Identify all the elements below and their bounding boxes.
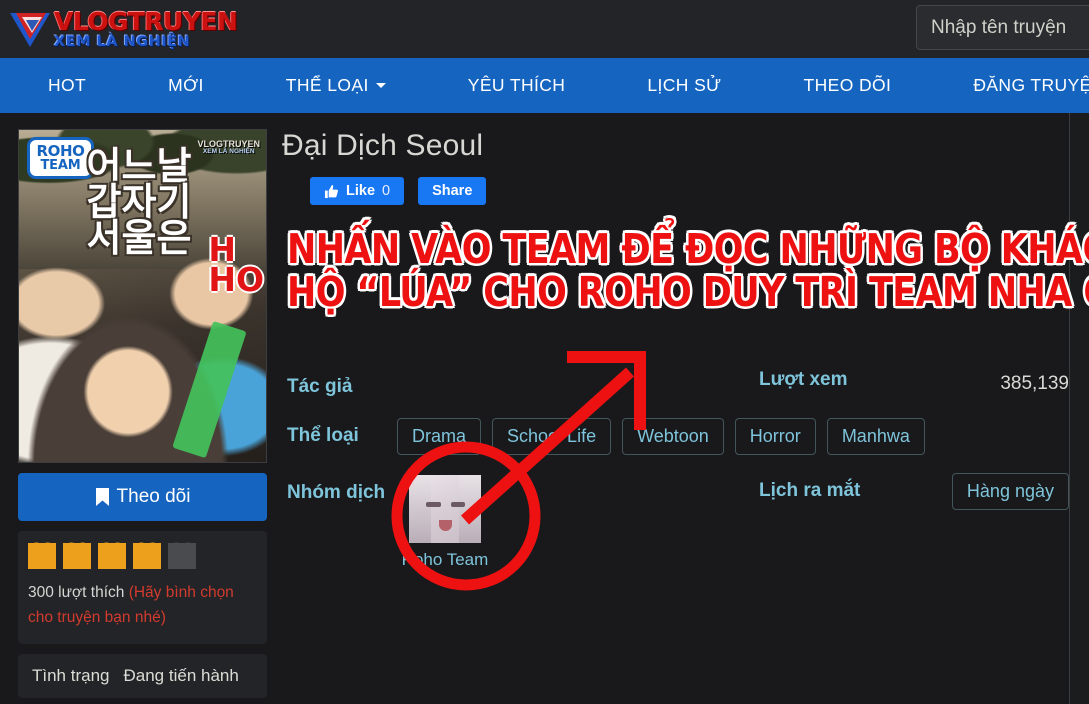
detail-content: Đại Dịch Seoul Like 0 Share NHẤN VÀO TEA… — [282, 129, 1089, 569]
heart-rating[interactable] — [28, 543, 257, 569]
promo-banner: NHẤN VÀO TEAM ĐỂ ĐỌC NHỮNG BỘ KHÁC ỦNG H… — [287, 225, 1089, 316]
avatar-eye-right — [450, 502, 466, 508]
watermark-line2: XEM LÀ NGHIỆN — [202, 148, 255, 156]
heart-icon-1[interactable] — [28, 543, 56, 569]
chevron-down-icon — [375, 83, 386, 88]
genre-label: Thể loại — [287, 425, 359, 446]
logo-arrow-icon — [8, 7, 52, 51]
site-logo[interactable]: VLOGTRUYEN XEM LÀ NGHIỆN — [8, 4, 238, 54]
translation-group-label: Nhóm dịch — [287, 482, 386, 503]
logo-title: VLOGTRUYEN — [54, 6, 238, 36]
logo-subtitle: XEM LÀ NGHIỆN — [54, 33, 191, 50]
genre-tag-school-life[interactable]: School Life — [492, 418, 612, 455]
facebook-share-label: Share — [432, 183, 473, 199]
avatar — [409, 475, 481, 543]
status-value: Đang tiến hành — [123, 666, 239, 686]
status-label: Tình trạng — [32, 666, 110, 686]
nav-label: THỂ LOẠI — [285, 75, 369, 95]
heart-icon-2[interactable] — [63, 543, 91, 569]
nav-item-yeu-thich[interactable]: YÊU THÍCH — [468, 75, 566, 96]
main-navigation: HOT MỚI THỂ LOẠI YÊU THÍCH LỊCH SỬ THEO … — [0, 58, 1089, 113]
cover-watermark: VLOGTRUYEN XEM LÀ NGHIỆN — [197, 139, 260, 156]
heart-icon-4[interactable] — [133, 543, 161, 569]
status-box: Tình trạng Đang tiến hành — [18, 654, 267, 699]
cover-image[interactable]: ROHO TEAM 어느날 갑자기 서울은 VLOGTRUYEN XEM LÀ … — [18, 129, 267, 463]
nav-item-moi[interactable]: MỚI — [168, 75, 204, 96]
avatar-eye-left — [426, 502, 441, 508]
views-row: Lượt xem 385,139 — [759, 369, 1069, 394]
search-input[interactable] — [916, 5, 1089, 50]
cover-korean-title: 어느날 갑자기 서울은 — [86, 144, 192, 261]
nav-label: YÊU THÍCH — [467, 75, 566, 95]
follow-button[interactable]: Theo dõi — [18, 473, 267, 521]
like-count-line: 300 lượt thích (Hãy bình chọn cho truyện… — [28, 580, 257, 630]
heart-icon-3[interactable] — [98, 543, 126, 569]
heart-icon-5[interactable] — [168, 543, 196, 569]
nav-label: HOT — [48, 75, 87, 95]
views-label: Lượt xem — [759, 369, 848, 390]
avatar-hair-right — [459, 475, 481, 543]
translation-group-name: Roho Team — [401, 550, 489, 569]
rating-box: 300 lượt thích (Hãy bình chọn cho truyện… — [18, 531, 267, 645]
page-title: Đại Dịch Seoul — [282, 129, 484, 162]
cover-hot-line2: HO — [208, 260, 264, 300]
nav-item-the-loai[interactable]: THỂ LOẠI — [286, 75, 386, 96]
facebook-social-row: Like 0 Share — [310, 177, 1057, 205]
avatar-hair-left — [409, 475, 431, 543]
promo-banner-line2: HỘ “LÚA” CHO ROHO DUY TRÌ TEAM NHA CẢ NH… — [287, 269, 1089, 317]
team-badge-line2: TEAM — [40, 158, 81, 173]
genre-row: Thể loại Drama School Life Webtoon Horro… — [287, 418, 1067, 455]
nav-label: LỊCH SỬ — [647, 75, 722, 95]
facebook-like-label: Like — [346, 183, 376, 199]
nav-label: MỚI — [168, 75, 204, 95]
nav-label: THEO DÕI — [803, 75, 892, 95]
facebook-share-button[interactable]: Share — [418, 177, 487, 205]
nav-item-theo-doi[interactable]: THEO DÕI — [804, 75, 892, 96]
like-count-text: 300 lượt thích — [28, 584, 125, 601]
schedule-row: Lịch ra mắt Hàng ngày — [759, 473, 1069, 510]
promo-banner-line1: NHẤN VÀO TEAM ĐỂ ĐỌC NHỮNG BỘ KHÁC ỦNG — [287, 226, 1089, 274]
genre-tag-drama[interactable]: Drama — [397, 418, 482, 455]
nav-item-lich-su[interactable]: LỊCH SỬ — [647, 75, 721, 96]
translation-group-link[interactable]: Roho Team — [397, 475, 493, 570]
nav-item-dang-truyen[interactable]: ĐĂNG TRUYỆN — [973, 75, 1089, 96]
cover-hot-text: H HO — [208, 233, 264, 300]
schedule-label: Lịch ra mắt — [759, 480, 861, 501]
avatar-mouth — [438, 519, 453, 531]
genre-tag-list: Drama School Life Webtoon Horror Manhwa — [397, 418, 925, 455]
team-badge-line1: ROHO — [36, 142, 85, 160]
facebook-like-button[interactable]: Like 0 — [310, 177, 405, 205]
follow-label: Theo dõi — [116, 486, 191, 507]
schedule-value-tag[interactable]: Hàng ngày — [951, 473, 1069, 510]
comic-detail-panel: ROHO TEAM 어느날 갑자기 서울은 VLOGTRUYEN XEM LÀ … — [0, 113, 1089, 704]
site-header: VLOGTRUYEN XEM LÀ NGHIỆN — [0, 0, 1089, 58]
left-sidebar: ROHO TEAM 어느날 갑자기 서울은 VLOGTRUYEN XEM LÀ … — [18, 129, 267, 699]
thumbs-up-icon — [324, 184, 338, 198]
views-value: 385,139 — [1000, 373, 1069, 394]
bookmark-icon — [95, 487, 109, 506]
facebook-like-count: 0 — [382, 183, 391, 199]
genre-tag-webtoon[interactable]: Webtoon — [622, 418, 724, 455]
genre-tag-horror[interactable]: Horror — [734, 418, 816, 455]
genre-tag-manhwa[interactable]: Manhwa — [826, 418, 925, 455]
nav-item-hot[interactable]: HOT — [48, 75, 86, 96]
nav-label: ĐĂNG TRUYỆN — [973, 75, 1089, 95]
info-table: Tác giả Thể loại Drama School Life Webto… — [287, 369, 1069, 590]
author-label: Tác giả — [287, 376, 353, 397]
